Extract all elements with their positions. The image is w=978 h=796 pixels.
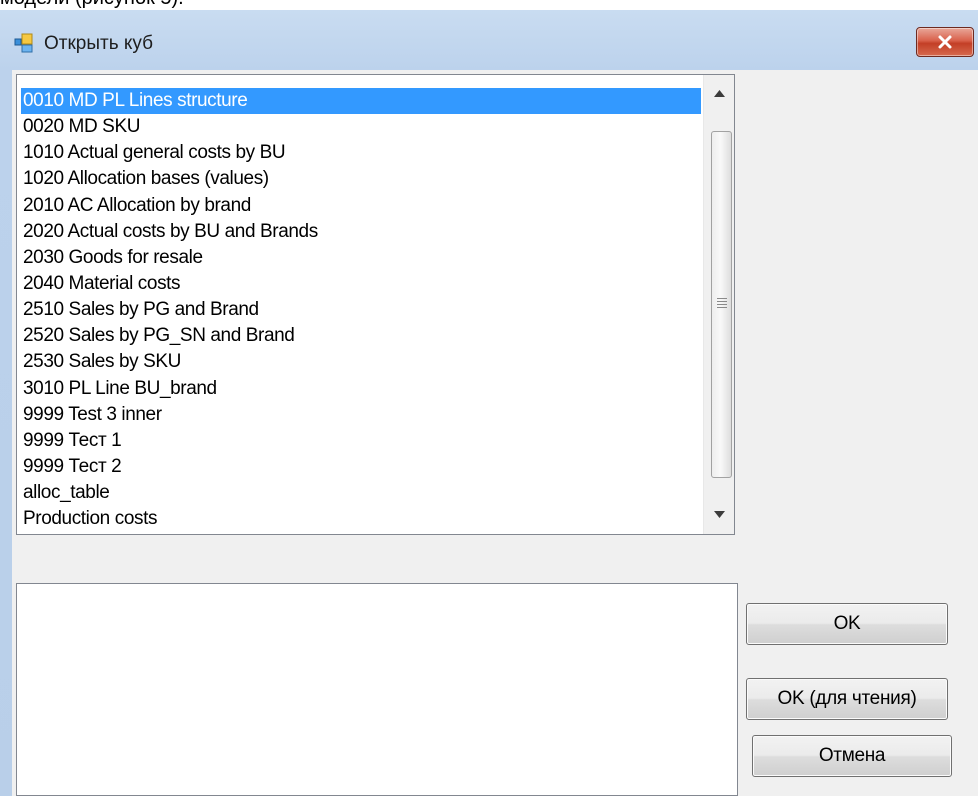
list-scrollbar[interactable]: [703, 75, 734, 534]
list-item[interactable]: 9999 Тест 2: [21, 454, 701, 480]
cube-window-icon: [14, 33, 34, 53]
list-item[interactable]: 1020 Allocation bases (values): [21, 166, 701, 192]
list-item[interactable]: 1010 Actual general costs by BU: [21, 140, 701, 166]
cube-listbox[interactable]: 0010 MD PL Lines structure 0020 MD SKU 101…: [16, 74, 735, 535]
list-item[interactable]: 9999 Тест 1: [21, 428, 701, 454]
document-text: модели (рисунок 5).: [0, 0, 184, 10]
list-item[interactable]: 2530 Sales by SKU: [21, 349, 701, 375]
list-item[interactable]: 2030 Goods for resale: [21, 245, 701, 271]
close-x-icon: [938, 35, 952, 49]
title-bar[interactable]: Открыть куб: [0, 10, 978, 70]
ok-button[interactable]: OK: [746, 603, 948, 645]
open-cube-dialog: Открыть куб 0010 MD PL Lines structure 00…: [0, 10, 978, 796]
window-title: Открыть куб: [44, 33, 154, 54]
cube-description-box[interactable]: [16, 583, 738, 796]
close-button[interactable]: [916, 27, 974, 57]
list-item[interactable]: 0020 MD SKU: [21, 114, 701, 140]
thumb-grip-icon: [717, 298, 727, 308]
list-item[interactable]: 2020 Actual costs by BU and Brands: [21, 219, 701, 245]
scroll-up-button[interactable]: [704, 79, 734, 109]
list-item[interactable]: Production costs: [21, 506, 701, 532]
document-text-fragment: модели (рисунок 5).: [0, 0, 978, 10]
scroll-up-arrow-icon: [714, 90, 725, 97]
list-item[interactable]: 0010 MD PL Lines structure: [21, 88, 701, 115]
list-item[interactable]: 3010 PL Line BU_brand: [21, 376, 701, 402]
dialog-client-area: 0010 MD PL Lines structure 0020 MD SKU 101…: [12, 70, 978, 796]
ok-readonly-button[interactable]: OK (для чтения): [746, 678, 948, 720]
list-item[interactable]: 2040 Material costs: [21, 271, 701, 297]
scroll-down-button[interactable]: [704, 500, 734, 530]
list-item[interactable]: 9999 Test 3 inner: [21, 402, 701, 428]
cube-list-items: 0010 MD PL Lines structure 0020 MD SKU 101…: [21, 88, 701, 532]
list-item[interactable]: 2010 AC Allocation by brand: [21, 193, 701, 219]
cancel-button[interactable]: Отмена: [752, 735, 952, 777]
list-item[interactable]: 2520 Sales by PG_SN and Brand: [21, 323, 701, 349]
scroll-down-arrow-icon: [714, 511, 725, 518]
scroll-thumb[interactable]: [711, 131, 732, 478]
list-item[interactable]: alloc_table: [21, 480, 701, 506]
list-item[interactable]: 2510 Sales by PG and Brand: [21, 297, 701, 323]
